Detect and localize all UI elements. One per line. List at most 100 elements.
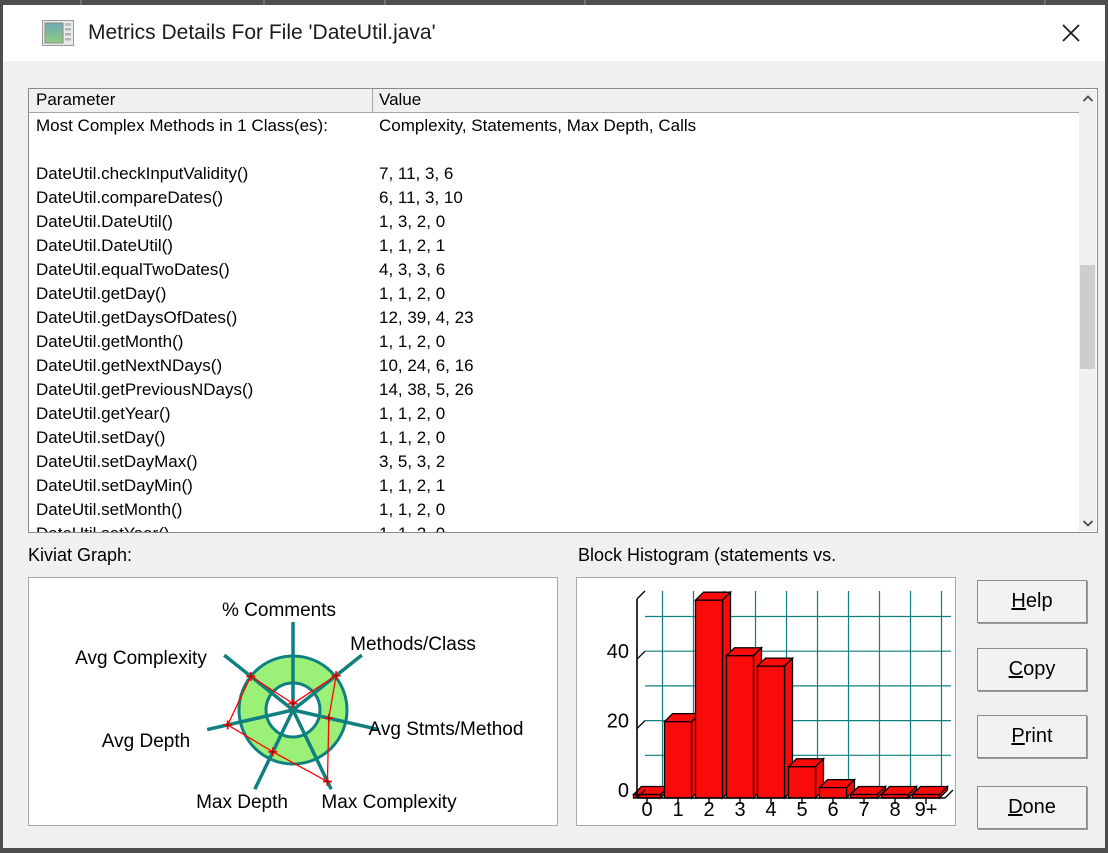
table-row: DateUtil.setMonth() 1, 1, 2, 0 — [29, 498, 1080, 522]
x-axis-tick-label: 1 — [672, 799, 683, 821]
parameter-cell: DateUtil.DateUtil() — [36, 212, 173, 231]
kiviat-axis-label: Max Depth — [196, 792, 288, 813]
table-row: DateUtil.checkInputValidity() 7, 11, 3, 6 — [29, 162, 1080, 186]
table-row: DateUtil.setDayMax() 3, 5, 3, 2 — [29, 450, 1080, 474]
desktop-background: Metrics Details For File 'DateUtil.java'… — [0, 0, 1108, 853]
parameter-cell: DateUtil.getYear() — [36, 404, 171, 423]
block-histogram-chart: 020400 1 2 3 4 5 6 7 8 9+ — [607, 590, 954, 821]
table-row: DateUtil.getDaysOfDates() 12, 39, 4, 23 — [29, 306, 1080, 330]
kiviat-panel: % Comments Methods/Class Avg Stmts/Method M… — [28, 577, 558, 826]
value-cell: 1, 1, 2, 0 — [379, 284, 446, 303]
column-header-parameter: Parameter — [36, 90, 116, 109]
parameter-cell: DateUtil.setYear() — [36, 522, 170, 532]
value-cell: 1, 1, 2, 0 — [379, 428, 446, 447]
table-row: DateUtil.setYear() 1, 1, 2, 0 — [29, 522, 1080, 532]
table-row: DateUtil.equalTwoDates() 4, 3, 3, 6 — [29, 258, 1080, 282]
value-cell: 1, 1, 2, 0 — [379, 500, 446, 519]
y-axis-tick-label: 40 — [607, 641, 629, 663]
parameter-cell: DateUtil.setDayMax() — [36, 452, 198, 471]
table-row: DateUtil.DateUtil() 1, 1, 2, 1 — [29, 234, 1080, 258]
column-header-value: Value — [379, 90, 422, 109]
x-axis-tick-label: 3 — [734, 799, 745, 821]
metrics-list: Parameter Value Most Complex Methods in … — [28, 88, 1098, 533]
scroll-up-button[interactable] — [1079, 90, 1096, 107]
value-cell: 7, 11, 3, 6 — [379, 164, 454, 183]
y-axis-tick-label: 0 — [618, 780, 629, 802]
scrollbar-thumb[interactable] — [1080, 265, 1095, 369]
x-axis-tick-label: 7 — [858, 799, 869, 821]
parameter-cell: DateUtil.getMonth() — [36, 332, 184, 351]
x-axis-tick-label: 8 — [889, 799, 900, 821]
app-icon — [42, 20, 74, 46]
x-axis-tick-label: 2 — [703, 799, 714, 821]
parameter-cell: DateUtil.setMonth() — [36, 500, 183, 519]
table-row: DateUtil.getNextNDays() 10, 24, 6, 16 — [29, 354, 1080, 378]
table-row: DateUtil.DateUtil() 1, 3, 2, 0 — [29, 210, 1080, 234]
table-row: DateUtil.getPreviousNDays() 14, 38, 5, 26 — [29, 378, 1080, 402]
value-cell: Complexity, Statements, Max Depth, Calls — [379, 116, 697, 135]
kiviat-graph-label: Kiviat Graph: — [28, 545, 133, 565]
value-cell: 1, 3, 2, 0 — [379, 212, 446, 231]
value-cell: 4, 3, 3, 6 — [379, 260, 446, 279]
value-cell: 1, 1, 2, 1 — [379, 236, 446, 255]
value-cell: 1, 1, 2, 1 — [379, 476, 446, 495]
kiviat-axis-label: Avg Complexity — [75, 648, 207, 669]
close-button[interactable] — [1051, 15, 1091, 51]
x-axis-tick-label: 0 — [641, 799, 652, 821]
table-row: DateUtil.getMonth() 1, 1, 2, 0 — [29, 330, 1080, 354]
value-cell: 1, 1, 2, 0 — [379, 332, 446, 351]
kiviat-axis-label: % Comments — [222, 600, 336, 621]
kiviat-axis-label: Avg Depth — [102, 731, 190, 752]
parameter-cell: Most Complex Methods in 1 Class(es): — [36, 116, 328, 135]
table-row: Most Complex Methods in 1 Class(es): Comp… — [29, 114, 1080, 138]
chevron-down-icon — [1082, 519, 1093, 527]
parameter-cell: DateUtil.getDaysOfDates() — [36, 308, 238, 327]
list-header: Parameter Value — [29, 89, 1080, 113]
value-cell: 3, 5, 3, 2 — [379, 452, 446, 471]
parameter-cell: DateUtil.getDay() — [36, 284, 167, 303]
parameter-cell: DateUtil.DateUtil() — [36, 236, 173, 255]
metrics-details-dialog: Metrics Details For File 'DateUtil.java'… — [3, 5, 1105, 848]
window-title: Metrics Details For File 'DateUtil.java' — [88, 21, 436, 44]
done-button[interactable]: Done — [977, 786, 1087, 829]
parameter-cell: DateUtil.getPreviousNDays() — [36, 380, 254, 399]
kiviat-radar-chart: % Comments Methods/Class Avg Stmts/Method M… — [75, 600, 524, 813]
column-divider[interactable] — [372, 89, 373, 112]
parameter-cell: DateUtil.equalTwoDates() — [36, 260, 230, 279]
table-row: DateUtil.setDayMin() 1, 1, 2, 1 — [29, 474, 1080, 498]
value-cell: 12, 39, 4, 23 — [379, 308, 474, 327]
value-cell: 6, 11, 3, 10 — [379, 188, 463, 207]
help-button[interactable]: Help — [977, 580, 1087, 623]
x-axis-tick-label: 5 — [796, 799, 807, 821]
table-row — [29, 138, 1080, 162]
value-cell: 10, 24, 6, 16 — [379, 356, 474, 375]
value-cell: 1, 1, 2, 0 — [379, 522, 445, 532]
parameter-cell: DateUtil.setDay() — [36, 428, 166, 447]
x-axis-tick-label: 4 — [765, 799, 776, 821]
copy-button[interactable]: Copy — [977, 648, 1087, 691]
table-row: DateUtil.getYear() 1, 1, 2, 0 — [29, 402, 1080, 426]
vertical-scrollbar[interactable] — [1079, 90, 1096, 531]
parameter-cell: DateUtil.setDayMin() — [36, 476, 193, 495]
close-icon — [1062, 24, 1080, 42]
parameter-cell: DateUtil.checkInputValidity() — [36, 164, 249, 183]
kiviat-axis-label: Max Complexity — [321, 792, 457, 813]
value-cell: 14, 38, 5, 26 — [379, 380, 474, 399]
scroll-down-button[interactable] — [1079, 514, 1096, 531]
x-axis-tick-label: 6 — [827, 799, 838, 821]
print-button[interactable]: Print — [977, 715, 1087, 758]
parameter-cell: DateUtil.getNextNDays() — [36, 356, 223, 375]
chevron-up-icon — [1082, 94, 1093, 102]
table-row: DateUtil.compareDates() 6, 11, 3, 10 — [29, 186, 1080, 210]
x-axis-tick-label: 9+ — [915, 799, 938, 821]
kiviat-axis-label: Avg Stmts/Method — [369, 719, 524, 740]
kiviat-axis-label: Methods/Class — [350, 634, 476, 655]
table-row: DateUtil.getDay() 1, 1, 2, 0 — [29, 282, 1080, 306]
list-rows: Most Complex Methods in 1 Class(es): Comp… — [29, 114, 1080, 532]
histogram-label: Block Histogram (statements vs. — [578, 545, 837, 565]
parameter-cell: DateUtil.compareDates() — [36, 188, 224, 207]
histogram-panel: 0 20 40 0 1 2 3 4 5 6 7 8 9+ — [576, 577, 956, 826]
title-bar: Metrics Details For File 'DateUtil.java' — [3, 5, 1105, 61]
value-cell: 1, 1, 2, 0 — [379, 404, 446, 423]
y-axis-tick-label: 20 — [607, 711, 629, 733]
